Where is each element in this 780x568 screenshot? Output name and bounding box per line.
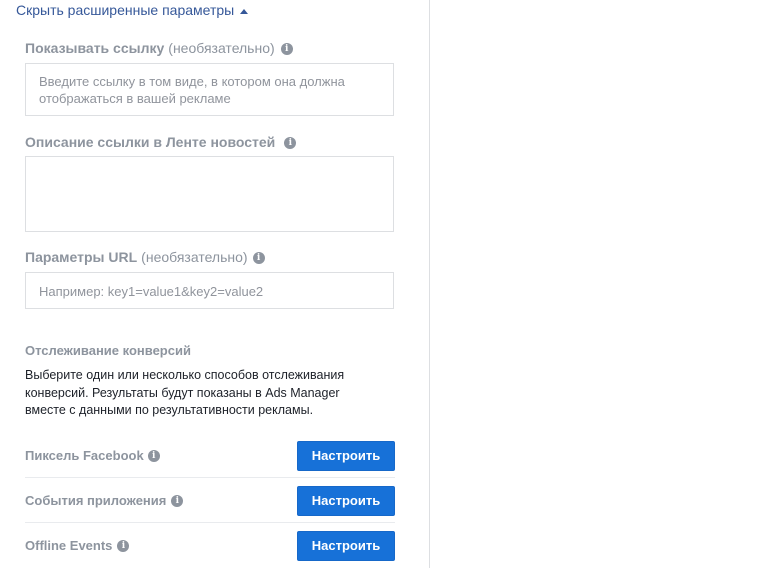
offline-events-label: Offline Events i — [25, 538, 130, 553]
facebook-pixel-label: Пиксель Facebook i — [25, 448, 160, 463]
offline-events-setup-button[interactable]: Настроить — [297, 530, 395, 561]
app-events-setup-button[interactable]: Настроить — [297, 485, 395, 516]
newsfeed-description-value — [26, 157, 393, 173]
ad-settings-page: Скрыть расширенные параметры Показывать … — [0, 0, 780, 568]
display-link-optional: (необязательно) — [168, 40, 275, 56]
tracking-row-offline-events: Offline Events i Настроить — [25, 523, 395, 568]
url-parameters-placeholder: Например: key1=value1&key2=value2 — [39, 284, 264, 299]
url-parameters-label-text: Параметры URL — [25, 249, 138, 265]
url-parameters-optional: (необязательно) — [141, 249, 248, 265]
url-parameters-label: Параметры URL (необязательно) i — [25, 249, 265, 266]
tracking-row-facebook-pixel: Пиксель Facebook i Настроить — [25, 433, 395, 478]
display-link-label: Показывать ссылку (необязательно) i — [25, 40, 293, 57]
app-events-label: События приложения i — [25, 493, 184, 508]
conversion-tracking-title: Отслеживание конверсий — [25, 343, 191, 358]
hide-advanced-options-link[interactable]: Скрыть расширенные параметры — [16, 2, 249, 19]
newsfeed-description-label-text: Описание ссылки в Ленте новостей — [25, 134, 276, 150]
info-icon[interactable]: i — [280, 42, 293, 55]
newsfeed-description-label: Описание ссылки в Ленте новостей i — [25, 134, 297, 151]
display-link-input[interactable]: Введите ссылку в том виде, в котором она… — [25, 63, 394, 116]
info-icon[interactable]: i — [147, 449, 160, 462]
hide-advanced-options-label: Скрыть расширенные параметры — [16, 2, 235, 18]
info-icon[interactable]: i — [284, 136, 297, 149]
conversion-tracking-description: Выберите один или несколько способов отс… — [25, 368, 345, 417]
newsfeed-description-textarea[interactable] — [25, 156, 394, 232]
app-events-label-text: События приложения — [25, 493, 167, 508]
display-link-label-text: Показывать ссылку — [25, 40, 165, 56]
display-link-placeholder: Введите ссылку в том виде, в котором она… — [39, 74, 345, 106]
facebook-pixel-setup-button[interactable]: Настроить — [297, 440, 395, 471]
facebook-pixel-label-text: Пиксель Facebook — [25, 448, 144, 463]
caret-up-icon — [240, 8, 249, 14]
info-icon[interactable]: i — [171, 494, 184, 507]
offline-events-label-text: Offline Events — [25, 538, 113, 553]
info-icon[interactable]: i — [252, 251, 265, 264]
info-icon[interactable]: i — [117, 539, 130, 552]
advanced-options-panel: Скрыть расширенные параметры Показывать … — [0, 0, 430, 568]
tracking-row-app-events: События приложения i Настроить — [25, 478, 395, 523]
url-parameters-input[interactable]: Например: key1=value1&key2=value2 — [25, 272, 394, 309]
